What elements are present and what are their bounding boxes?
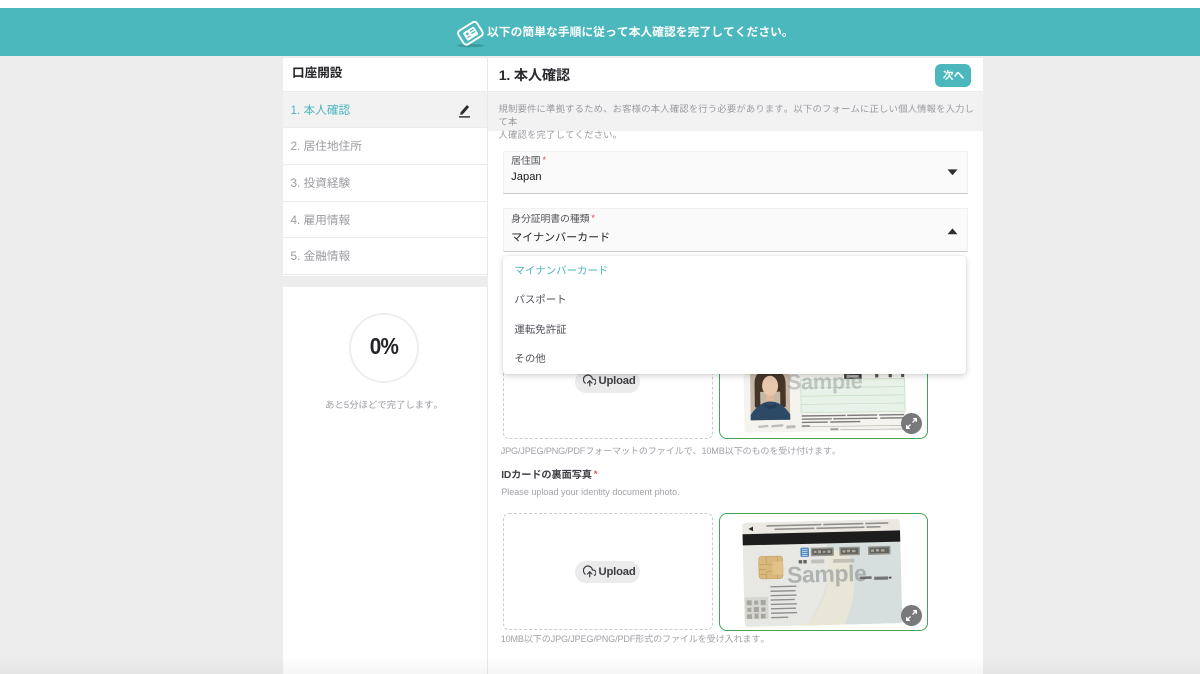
- svg-text:Sample: Sample: [787, 560, 867, 588]
